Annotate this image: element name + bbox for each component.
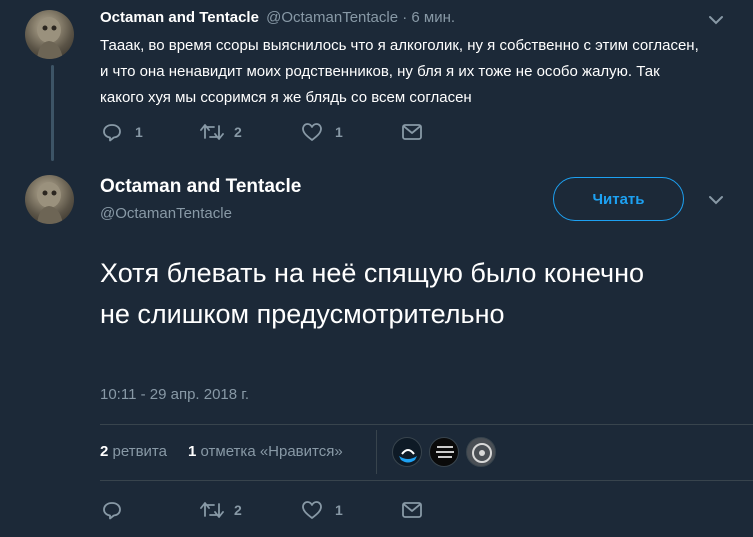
- display-name[interactable]: Octaman and Tentacle: [100, 9, 259, 26]
- like-stat-label: отметка «Нравится»: [200, 443, 343, 460]
- like-count: 1: [335, 502, 343, 518]
- tweet-time[interactable]: · 6 мин.: [402, 9, 455, 26]
- liker-avatar[interactable]: [466, 437, 496, 467]
- like-icon: [301, 122, 323, 142]
- like-icon: [301, 500, 323, 520]
- dm-button[interactable]: [401, 501, 423, 519]
- reply-count: 1: [135, 124, 143, 140]
- dm-icon: [401, 501, 423, 519]
- dm-icon: [401, 123, 423, 141]
- handle[interactable]: @OctamanTentacle: [266, 9, 398, 26]
- like-button[interactable]: 1: [301, 122, 343, 142]
- dm-button[interactable]: [401, 123, 423, 141]
- reply-button[interactable]: 1: [102, 122, 143, 142]
- tweet-timestamp[interactable]: 10:11 - 29 апр. 2018 г.: [100, 386, 249, 403]
- like-count: 1: [335, 124, 343, 140]
- retweet-icon: [199, 500, 225, 520]
- reply-icon: [102, 500, 122, 520]
- like-button[interactable]: 1: [301, 500, 343, 520]
- avatar[interactable]: [25, 10, 74, 59]
- retweet-count: 2: [234, 124, 242, 140]
- divider: [100, 424, 753, 425]
- follow-button[interactable]: Читать: [553, 177, 684, 221]
- retweet-stats[interactable]: 2 ретвита: [100, 443, 167, 460]
- stats-separator: [376, 430, 377, 474]
- display-name[interactable]: Octaman and Tentacle: [100, 176, 301, 198]
- retweet-button[interactable]: 2: [199, 122, 242, 142]
- chevron-down-icon[interactable]: [706, 190, 726, 215]
- like-stats[interactable]: 1 отметка «Нравится»: [188, 443, 343, 460]
- reply-icon: [102, 122, 122, 142]
- retweet-stat-label: ретвита: [112, 443, 167, 460]
- chevron-down-icon[interactable]: [706, 10, 726, 35]
- retweet-count: 2: [234, 502, 242, 518]
- liker-avatar[interactable]: [429, 437, 459, 467]
- reply-button[interactable]: [102, 500, 122, 520]
- avatar[interactable]: [25, 175, 74, 224]
- like-stat-count: 1: [188, 443, 197, 460]
- tweet-text: Хотя блевать на неё спящую было конечно …: [100, 258, 645, 329]
- retweet-stat-count: 2: [100, 443, 109, 460]
- divider: [100, 480, 753, 481]
- liker-avatar[interactable]: [392, 437, 422, 467]
- tweet-text: Тааак, во время ссоры выяснилось что я а…: [100, 37, 699, 106]
- thread-line: [51, 65, 54, 161]
- handle[interactable]: @OctamanTentacle: [100, 205, 232, 222]
- retweet-icon: [199, 122, 225, 142]
- retweet-button[interactable]: 2: [199, 500, 242, 520]
